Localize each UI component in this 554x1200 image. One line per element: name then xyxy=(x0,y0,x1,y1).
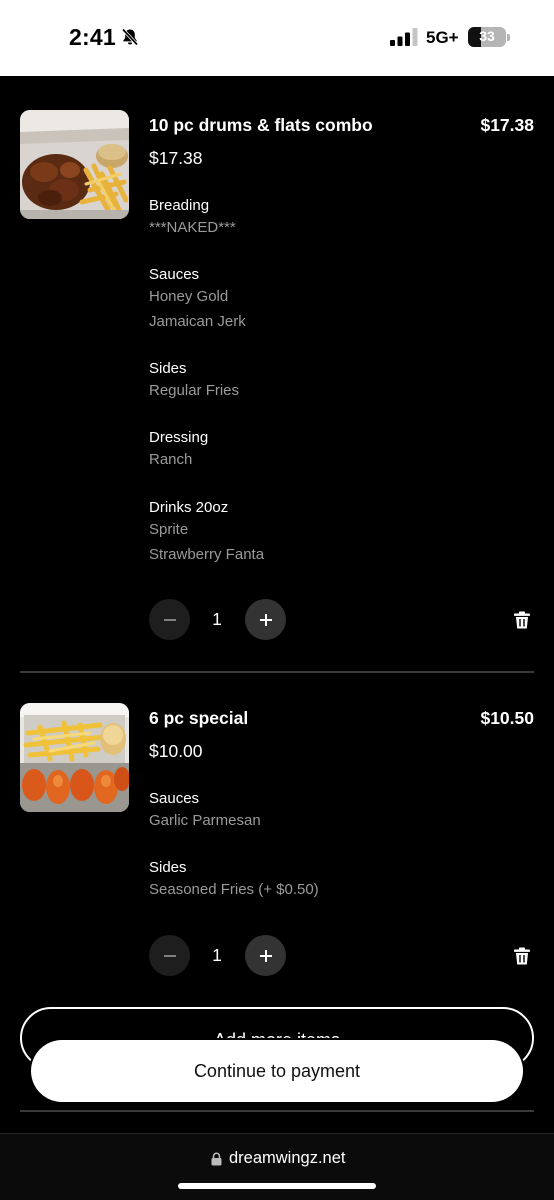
item-thumbnail xyxy=(20,110,129,219)
option-title: Sides xyxy=(149,859,187,876)
option-sides: Sides Seasoned Fries (+ $0.50) xyxy=(149,858,319,903)
continue-to-payment-button[interactable]: Continue to payment xyxy=(31,1040,523,1102)
bell-slash-icon xyxy=(121,28,139,46)
item-unit-price: $10.00 xyxy=(149,741,203,761)
status-time: 2:41 xyxy=(69,24,116,50)
trash-icon[interactable] xyxy=(512,610,532,630)
item-total-price: $10.50 xyxy=(480,708,534,728)
increase-quantity-button[interactable] xyxy=(245,935,286,976)
item-name: 10 pc drums & flats combo xyxy=(149,115,373,135)
quantity-value: 1 xyxy=(212,609,222,629)
signal-bars-icon xyxy=(390,28,418,46)
url-text: dreamwingz.net xyxy=(229,1149,346,1167)
minus-icon xyxy=(163,954,176,957)
battery-percent: 33 xyxy=(479,28,495,44)
status-bar: 2:41 5G+ 33 xyxy=(0,0,554,76)
network-type-label: 5G+ xyxy=(426,28,459,47)
cart-item: 6 pc special $10.50 $10.00 Sauces Garlic… xyxy=(20,703,534,979)
quantity-stepper: 1 xyxy=(149,935,534,977)
option-value: Jamaican Jerk xyxy=(149,312,246,330)
battery-icon: 33 xyxy=(468,26,510,48)
option-value: Ranch xyxy=(149,451,193,468)
option-sides: Sides Regular Fries xyxy=(149,359,239,404)
option-drinks: Drinks 20oz Sprite Strawberry Fanta xyxy=(149,498,264,567)
footer-divider xyxy=(20,1110,534,1112)
option-title: Breading xyxy=(149,197,210,214)
quantity-value: 1 xyxy=(212,945,222,965)
option-value: Regular Fries xyxy=(149,382,240,399)
option-title: Dressing xyxy=(149,429,209,446)
minus-icon xyxy=(163,618,176,621)
option-sauces: Sauces Garlic Parmesan xyxy=(149,789,261,834)
item-total-price: $17.38 xyxy=(480,115,534,135)
option-title: Sauces xyxy=(149,266,200,283)
cart-item: 10 pc drums & flats combo $17.38 $17.38 … xyxy=(20,110,534,642)
plus-icon xyxy=(259,613,272,626)
plus-icon xyxy=(259,949,272,962)
item-unit-price: $17.38 xyxy=(149,148,203,168)
option-sauces: Sauces Honey Gold Jamaican Jerk xyxy=(149,265,246,334)
decrease-quantity-button[interactable] xyxy=(149,935,190,976)
option-value: ***NAKED*** xyxy=(149,219,236,236)
browser-address-bar[interactable]: dreamwingz.net xyxy=(0,1133,554,1200)
option-value: Strawberry Fanta xyxy=(149,545,265,563)
wings-and-fries-photo xyxy=(20,110,129,219)
option-title: Sauces xyxy=(149,790,200,807)
option-value: Honey Gold xyxy=(149,288,229,305)
trash-icon[interactable] xyxy=(512,946,532,966)
item-name: 6 pc special xyxy=(149,708,249,728)
option-value: Seasoned Fries (+ $0.50) xyxy=(149,881,319,898)
decrease-quantity-button[interactable] xyxy=(149,599,190,640)
increase-quantity-button[interactable] xyxy=(245,599,286,640)
quantity-stepper: 1 xyxy=(149,599,534,641)
option-dressing: Dressing Ranch xyxy=(149,428,208,473)
item-thumbnail xyxy=(20,703,129,812)
option-value: Garlic Parmesan xyxy=(149,812,261,829)
option-value: Sprite xyxy=(149,521,189,538)
item-divider xyxy=(20,671,534,673)
option-breading: Breading ***NAKED*** xyxy=(149,196,236,241)
option-title: Sides xyxy=(149,360,187,377)
wings-and-fries-tray-photo xyxy=(20,703,129,812)
home-indicator[interactable] xyxy=(178,1183,376,1189)
lock-icon xyxy=(211,1152,222,1166)
option-title: Drinks 20oz xyxy=(149,499,229,516)
